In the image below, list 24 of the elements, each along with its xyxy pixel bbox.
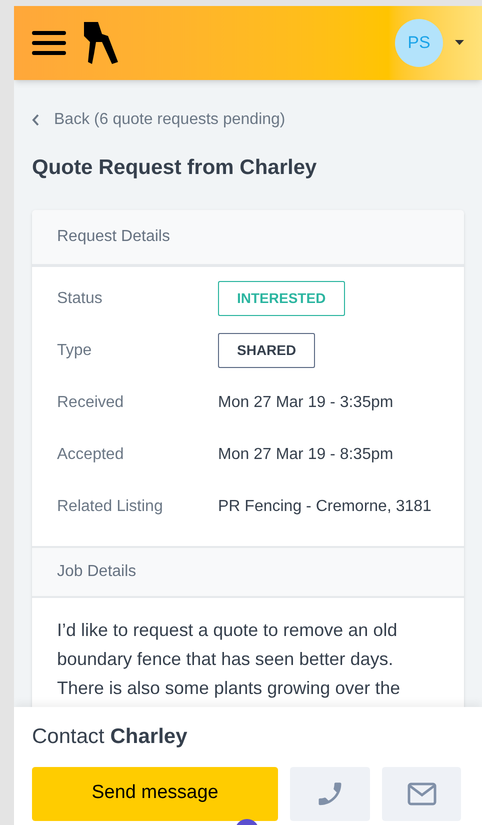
phone-button[interactable] <box>290 766 370 820</box>
job-description: I’d like to request a quote to remove an old boundary fence that has seen better days. There is also some plants growing over the <box>57 618 402 700</box>
page-title: Quote Request from Charley <box>32 155 318 181</box>
detail-value: Mon 27 Mar 19 - 3:35pm <box>218 392 394 412</box>
detail-label: Related Listing <box>57 496 164 516</box>
chevron-left-icon <box>32 114 40 126</box>
detail-label: Accepted <box>57 444 125 464</box>
detail-label: Received <box>57 392 125 412</box>
email-button[interactable] <box>382 766 461 820</box>
contact-title: Contact Charley <box>32 725 188 748</box>
status-tag: INTERESTED <box>218 281 345 316</box>
send-message-button[interactable]: Send message <box>32 766 278 820</box>
walking-fingers-icon[interactable] <box>82 20 120 66</box>
detail-label: Status <box>57 288 104 308</box>
section-heading: Job Details <box>57 562 136 580</box>
caret-icon[interactable] <box>455 40 464 46</box>
envelope-icon <box>406 782 436 806</box>
detail-label: Type <box>57 340 93 360</box>
section-heading: Request Details <box>57 228 170 244</box>
back-link[interactable]: Back (6 quote requests pending) <box>32 108 464 132</box>
detail-value: PR Fencing - Cremorne, 3181 <box>218 496 432 516</box>
menu-icon[interactable] <box>32 29 66 57</box>
detail-value: Mon 27 Mar 19 - 8:35pm <box>218 444 394 464</box>
status-tag: SHARED <box>218 333 316 368</box>
